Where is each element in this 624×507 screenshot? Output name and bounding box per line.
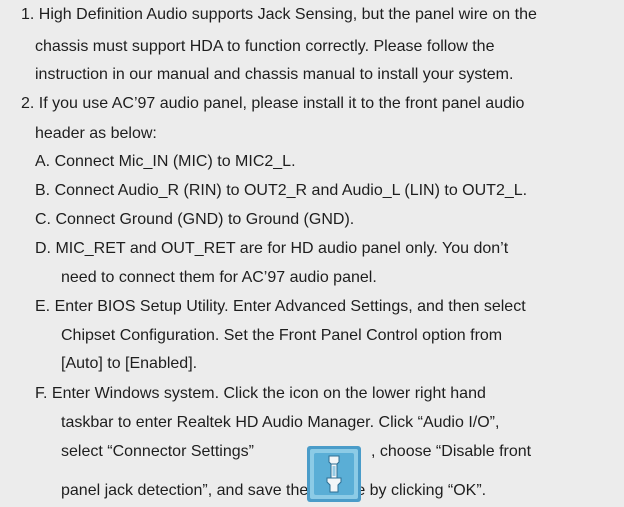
item-1-line-2: chassis must support HDA to function cor… [35, 38, 495, 55]
item-2-line-2: header as below: [35, 125, 157, 142]
item-1-line-3: instruction in our manual and chassis ma… [35, 66, 514, 83]
step-c: C. Connect Ground (GND) to Ground (GND). [35, 211, 355, 228]
item-2-line-1: 2. If you use AC’97 audio panel, please … [21, 95, 525, 112]
step-e-line-1: E. Enter BIOS Setup Utility. Enter Advan… [35, 298, 526, 315]
step-d-line-2: need to connect them for AC’97 audio pan… [61, 269, 377, 286]
step-f-line-4: panel jack detection”, and save the chan… [61, 482, 487, 499]
step-d-line-1: D. MIC_RET and OUT_RET are for HD audio … [35, 240, 509, 257]
step-e-line-3: [Auto] to [Enabled]. [61, 355, 198, 372]
step-a: A. Connect Mic_IN (MIC) to MIC2_L. [35, 153, 296, 170]
step-f-line-2: taskbar to enter Realtek HD Audio Manage… [61, 414, 500, 431]
step-b: B. Connect Audio_R (RIN) to OUT2_R and A… [35, 182, 528, 199]
step-f-line-3b: , choose “Disable front [371, 443, 532, 460]
step-f-line-3a: select “Connector Settings” [61, 443, 254, 460]
connector-settings-icon [307, 446, 361, 502]
step-e-line-2: Chipset Configuration. Set the Front Pan… [61, 327, 503, 344]
step-f-line-1: F. Enter Windows system. Click the icon … [35, 385, 486, 402]
item-1-line-1: 1. High Definition Audio supports Jack S… [21, 6, 537, 23]
